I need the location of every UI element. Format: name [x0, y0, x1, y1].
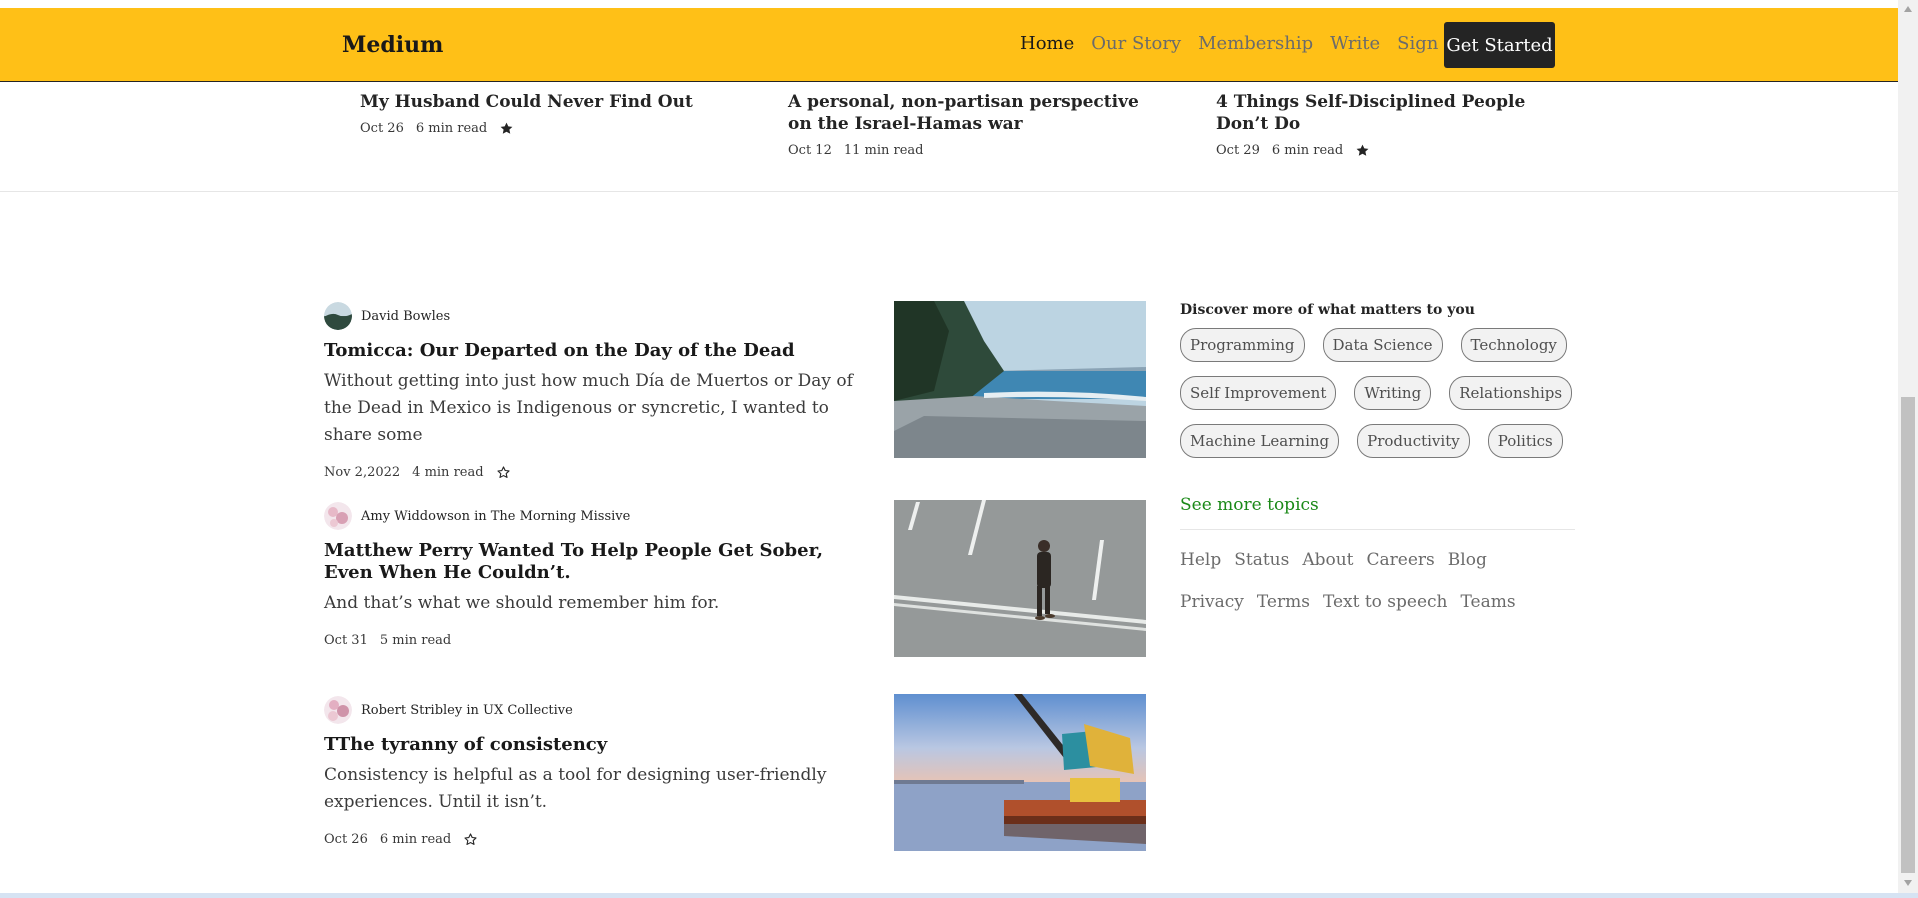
- topic-chip[interactable]: Technology: [1460, 328, 1567, 362]
- sidebar-divider: [1180, 529, 1575, 530]
- nav-links: Home Our Story Membership Write Sign In: [1020, 33, 1463, 54]
- post-read-time: 4 min read: [412, 465, 484, 480]
- trending-title[interactable]: A personal, non-partisan perspective on …: [788, 91, 1148, 135]
- footer-link-text-to-speech[interactable]: Text to speech: [1323, 592, 1448, 612]
- sidebar-heading: Discover more of what matters to you: [1180, 302, 1475, 318]
- trending-date: Oct 29: [1216, 143, 1260, 158]
- post-item[interactable]: Amy Widdowson in The Morning Missive Mat…: [324, 502, 864, 648]
- author-name: Amy Widdowson in The Morning Missive: [361, 508, 631, 524]
- footer-links: Help Status About Careers Blog Privacy T…: [1180, 550, 1560, 612]
- topic-chip[interactable]: Relationships: [1449, 376, 1573, 410]
- trending-read-time: 6 min read: [415, 121, 488, 136]
- top-navbar: Medium Home Our Story Membership Write S…: [0, 8, 1898, 82]
- post-excerpt: Without getting into just how much Día d…: [324, 371, 853, 445]
- post-meta: Nov 2,2022 4 min read: [324, 465, 864, 480]
- footer-link-terms[interactable]: Terms: [1257, 592, 1310, 612]
- post-date: Oct 31: [324, 633, 368, 648]
- trending-title[interactable]: My Husband Could Never Find Out: [360, 91, 720, 113]
- star-filled-icon: [1355, 143, 1370, 158]
- trending-date: Oct 12: [788, 143, 832, 158]
- topic-chip[interactable]: Writing: [1354, 376, 1432, 410]
- topic-chip[interactable]: Productivity: [1357, 424, 1470, 458]
- trending-read-time: 11 min read: [843, 143, 924, 158]
- post-author[interactable]: Robert Stribley in UX Collective: [324, 696, 864, 724]
- post-date: Nov 2,2022: [324, 465, 401, 480]
- post-item[interactable]: David Bowles Tomicca: Our Departed on th…: [324, 302, 864, 480]
- nav-link-our-story[interactable]: Our Story: [1091, 33, 1181, 54]
- author-avatar: [324, 696, 352, 724]
- star-outline-icon[interactable]: [496, 465, 511, 480]
- topic-chip[interactable]: Politics: [1487, 424, 1563, 458]
- post-thumbnail-crane[interactable]: [894, 694, 1146, 851]
- top-strip: [0, 0, 1898, 8]
- post-title[interactable]: Matthew Perry Wanted To Help People Get …: [324, 540, 864, 584]
- trending-meta: Oct 29 6 min read: [1216, 143, 1576, 158]
- post-author[interactable]: David Bowles: [324, 302, 864, 330]
- trending-read-time: 6 min read: [1271, 143, 1344, 158]
- trending-meta: Oct 26 6 min read: [360, 121, 720, 136]
- trending-title[interactable]: 4 Things Self-Disciplined People Don’t D…: [1216, 91, 1576, 135]
- scroll-down-arrow-icon[interactable]: [1904, 880, 1912, 886]
- post-author[interactable]: Amy Widdowson in The Morning Missive: [324, 502, 864, 530]
- star-outline-icon[interactable]: [463, 832, 478, 847]
- post-meta: Oct 26 6 min read: [324, 832, 864, 847]
- page: Medium Home Our Story Membership Write S…: [0, 0, 1898, 893]
- nav-link-write[interactable]: Write: [1330, 33, 1380, 54]
- post-thumbnail-road[interactable]: [894, 500, 1146, 657]
- star-filled-icon: [499, 121, 514, 136]
- trending-item-2[interactable]: A personal, non-partisan perspective on …: [788, 91, 1148, 158]
- post-read-time: 6 min read: [379, 832, 452, 847]
- post-excerpt: Consistency is helpful as a tool for des…: [324, 765, 827, 812]
- post-item[interactable]: Robert Stribley in UX Collective TThe ty…: [324, 696, 864, 847]
- footer-link-blog[interactable]: Blog: [1448, 550, 1487, 570]
- footer-link-about[interactable]: About: [1302, 550, 1353, 570]
- window-bottom-edge: [0, 893, 1918, 898]
- post-thumbnail-shoreline[interactable]: [894, 301, 1146, 458]
- author-name: David Bowles: [361, 308, 451, 324]
- trending-date: Oct 26: [360, 121, 404, 136]
- author-avatar: [324, 502, 352, 530]
- discover-sidebar: Discover more of what matters to you Pro…: [1180, 302, 1575, 612]
- footer-link-status[interactable]: Status: [1234, 550, 1289, 570]
- footer-link-help[interactable]: Help: [1180, 550, 1221, 570]
- post-read-time: 5 min read: [379, 633, 452, 648]
- author-name: Robert Stribley in UX Collective: [361, 702, 573, 718]
- trending-item-3[interactable]: 4 Things Self-Disciplined People Don’t D…: [1216, 91, 1576, 158]
- trending-item-1[interactable]: My Husband Could Never Find Out Oct 26 6…: [360, 91, 720, 136]
- brand-logo[interactable]: Medium: [342, 32, 443, 58]
- section-divider: [0, 191, 1898, 192]
- trending-meta: Oct 12 11 min read: [788, 143, 1148, 158]
- topic-chips: Programming Data Science Technology Self…: [1180, 328, 1575, 458]
- topic-chip[interactable]: Data Science: [1322, 328, 1443, 362]
- get-started-button[interactable]: Get Started: [1444, 22, 1555, 68]
- author-avatar: [324, 302, 352, 330]
- footer-link-privacy[interactable]: Privacy: [1180, 592, 1244, 612]
- post-excerpt: And that’s what we should remember him f…: [324, 593, 720, 613]
- topic-chip[interactable]: Self Improvement: [1180, 376, 1337, 410]
- post-date: Oct 26: [324, 832, 368, 847]
- post-title[interactable]: TThe tyranny of consistency: [324, 734, 864, 756]
- post-meta: Oct 31 5 min read: [324, 633, 864, 648]
- nav-link-membership[interactable]: Membership: [1198, 33, 1313, 54]
- footer-link-teams[interactable]: Teams: [1461, 592, 1516, 612]
- see-more-topics-link[interactable]: See more topics: [1180, 495, 1575, 515]
- post-title[interactable]: Tomicca: Our Departed on the Day of the …: [324, 340, 864, 362]
- footer-link-careers[interactable]: Careers: [1367, 550, 1435, 570]
- nav-link-home[interactable]: Home: [1020, 33, 1074, 54]
- scrollbar-thumb[interactable]: [1901, 397, 1915, 873]
- vertical-scrollbar[interactable]: [1898, 0, 1918, 893]
- topic-chip[interactable]: Machine Learning: [1180, 424, 1340, 458]
- scroll-up-arrow-icon[interactable]: [1904, 6, 1912, 12]
- topic-chip[interactable]: Programming: [1180, 328, 1305, 362]
